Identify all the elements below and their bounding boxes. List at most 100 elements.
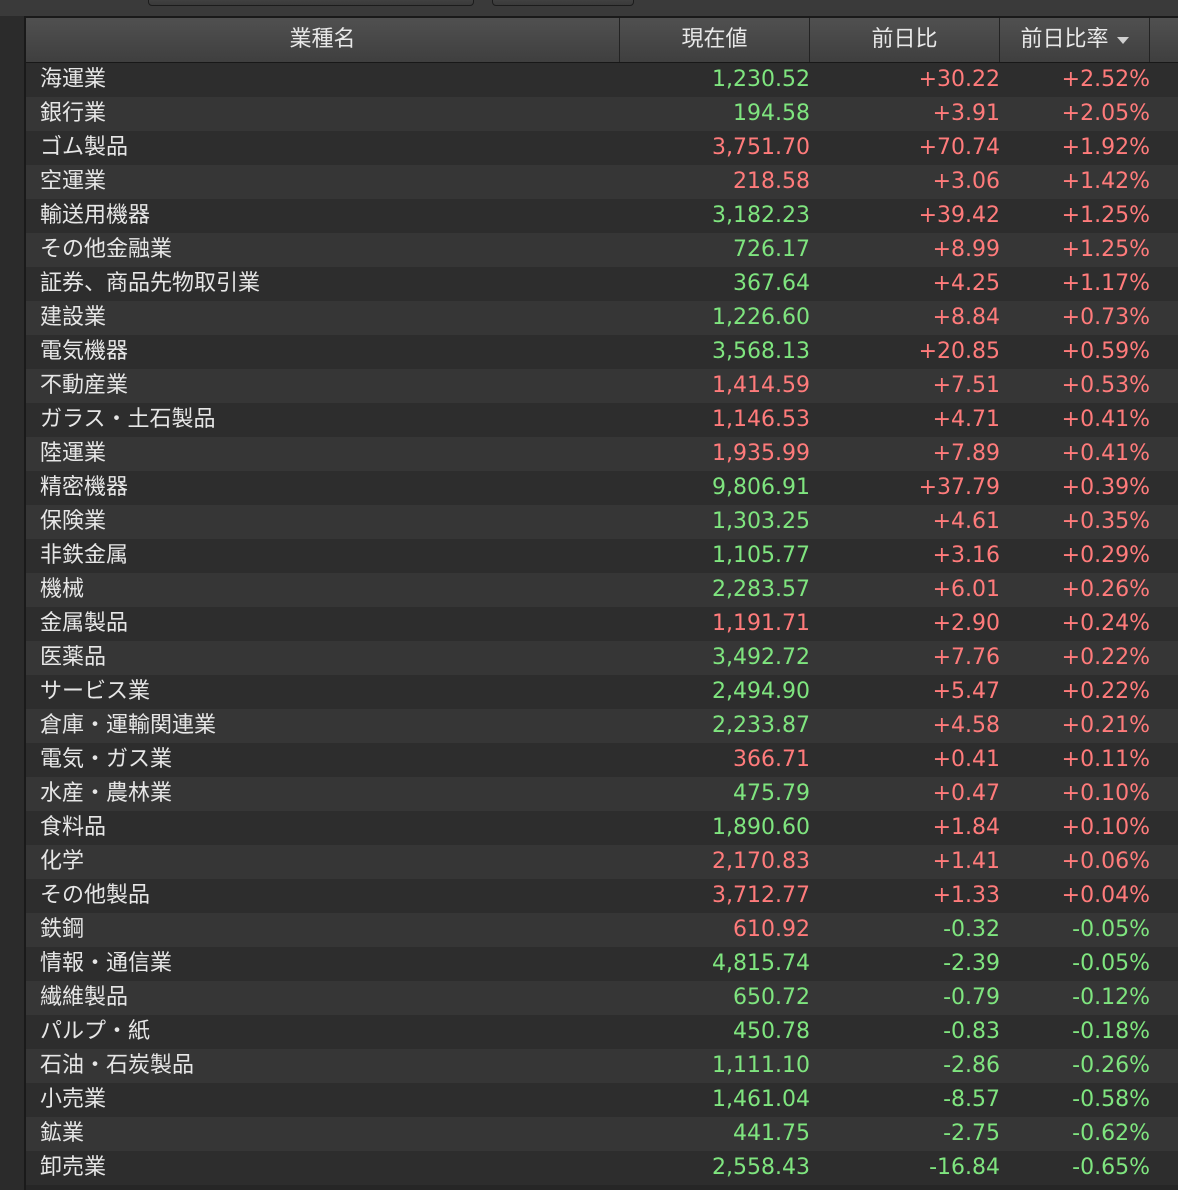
table-row[interactable]: 証券、商品先物取引業 367.64 +4.25 +1.17% [26, 267, 1178, 301]
table-row[interactable]: 鉱業 441.75 -2.75 -0.62% [26, 1117, 1178, 1151]
sector-name: サービス業 [40, 679, 151, 704]
table-row[interactable]: 空運業 218.58 +3.06 +1.42% [26, 165, 1178, 199]
column-header-price[interactable]: 現在値 [620, 18, 810, 62]
day-change-rate: +0.29% [1061, 543, 1150, 568]
table-row[interactable]: 電気・ガス業 366.71 +0.41 +0.11% [26, 743, 1178, 777]
day-change: +1.33 [932, 883, 1000, 908]
sector-name: 非鉄金属 [40, 543, 129, 568]
current-price: 3,568.13 [712, 339, 810, 364]
table-row[interactable]: 小売業 1,461.04 -8.57 -0.58% [26, 1083, 1178, 1117]
table-row[interactable]: 機械 2,283.57 +6.01 +0.26% [26, 573, 1178, 607]
table-row[interactable]: その他金融業 726.17 +8.99 +1.25% [26, 233, 1178, 267]
table-row[interactable]: 建設業 1,226.60 +8.84 +0.73% [26, 301, 1178, 335]
table-row[interactable]: 保険業 1,303.25 +4.61 +0.35% [26, 505, 1178, 539]
sector-name: 機械 [40, 577, 85, 602]
column-header-change-rate[interactable]: 前日比率 [1000, 18, 1150, 62]
current-price: 726.17 [733, 237, 810, 262]
day-change-rate: +0.73% [1061, 305, 1150, 330]
current-price: 1,414.59 [712, 373, 810, 398]
table-row[interactable]: 非鉄金属 1,105.77 +3.16 +0.29% [26, 539, 1178, 573]
table-row[interactable]: 情報・通信業 4,815.74 -2.39 -0.05% [26, 947, 1178, 981]
table-row[interactable]: 倉庫・運輸関連業 2,233.87 +4.58 +0.21% [26, 709, 1178, 743]
day-change: +30.22 [918, 67, 1000, 92]
day-change: -8.57 [943, 1087, 1000, 1112]
table-row[interactable]: 水産・農林業 475.79 +0.47 +0.10% [26, 777, 1178, 811]
table-row[interactable]: 鉄鋼 610.92 -0.32 -0.05% [26, 913, 1178, 947]
toolbar-button-1[interactable] [148, 0, 474, 6]
sector-name: 陸運業 [40, 441, 107, 466]
day-change: +7.89 [932, 441, 1000, 466]
column-header-change[interactable]: 前日比 [810, 18, 1000, 62]
column-header-sector[interactable]: 業種名 [26, 18, 620, 62]
sector-name: 医薬品 [40, 645, 107, 670]
current-price: 9,806.91 [712, 475, 810, 500]
sector-name: 小売業 [40, 1087, 107, 1112]
current-price: 4,815.74 [712, 951, 810, 976]
sector-name: 精密機器 [40, 475, 129, 500]
day-change-rate: +2.52% [1061, 67, 1150, 92]
current-price: 1,146.53 [712, 407, 810, 432]
table-row[interactable]: ゴム製品 3,751.70 +70.74 +1.92% [26, 131, 1178, 165]
day-change-rate: -0.62% [1072, 1121, 1150, 1146]
sector-name: 海運業 [40, 67, 107, 92]
table-row[interactable]: 電気機器 3,568.13 +20.85 +0.59% [26, 335, 1178, 369]
sector-name: 電気機器 [40, 339, 129, 364]
table-row[interactable]: パルプ・紙 450.78 -0.83 -0.18% [26, 1015, 1178, 1049]
table-row[interactable]: 輸送用機器 3,182.23 +39.42 +1.25% [26, 199, 1178, 233]
day-change: +39.42 [918, 203, 1000, 228]
table-row[interactable]: ガラス・土石製品 1,146.53 +4.71 +0.41% [26, 403, 1178, 437]
day-change: -2.75 [943, 1121, 1000, 1146]
sector-name: 建設業 [40, 305, 107, 330]
day-change: -0.32 [943, 917, 1000, 942]
table-row[interactable]: 食料品 1,890.60 +1.84 +0.10% [26, 811, 1178, 845]
table-row[interactable]: 化学 2,170.83 +1.41 +0.06% [26, 845, 1178, 879]
day-change-rate: +1.92% [1061, 135, 1150, 160]
day-change: +7.51 [932, 373, 1000, 398]
table-row[interactable]: 不動産業 1,414.59 +7.51 +0.53% [26, 369, 1178, 403]
sector-name: 空運業 [40, 169, 107, 194]
table-row[interactable]: 繊維製品 650.72 -0.79 -0.12% [26, 981, 1178, 1015]
table-row[interactable]: 金属製品 1,191.71 +2.90 +0.24% [26, 607, 1178, 641]
table-row[interactable]: その他製品 3,712.77 +1.33 +0.04% [26, 879, 1178, 913]
current-price: 3,182.23 [712, 203, 810, 228]
current-price: 450.78 [733, 1019, 810, 1044]
current-price: 218.58 [733, 169, 810, 194]
day-change-rate: +1.25% [1061, 203, 1150, 228]
table-row[interactable]: 銀行業 194.58 +3.91 +2.05% [26, 97, 1178, 131]
current-price: 366.71 [733, 747, 810, 772]
current-price: 1,303.25 [712, 509, 810, 534]
toolbar-button-2[interactable] [492, 0, 634, 6]
sector-name: ガラス・土石製品 [40, 407, 216, 432]
day-change-rate: +0.53% [1061, 373, 1150, 398]
day-change: +4.71 [932, 407, 1000, 432]
sector-name: ゴム製品 [40, 135, 129, 160]
day-change: +0.41 [932, 747, 1000, 772]
table-row[interactable]: 卸売業 2,558.43 -16.84 -0.65% [26, 1151, 1178, 1185]
day-change-rate: +0.22% [1061, 679, 1150, 704]
day-change-rate: -0.05% [1072, 951, 1150, 976]
day-change-rate: -0.18% [1072, 1019, 1150, 1044]
current-price: 2,283.57 [712, 577, 810, 602]
day-change: -0.79 [943, 985, 1000, 1010]
day-change-rate: +0.21% [1061, 713, 1150, 738]
sector-name: 電気・ガス業 [40, 747, 173, 772]
table-row[interactable]: 医薬品 3,492.72 +7.76 +0.22% [26, 641, 1178, 675]
table-row[interactable]: サービス業 2,494.90 +5.47 +0.22% [26, 675, 1178, 709]
day-change: +5.47 [932, 679, 1000, 704]
table-row[interactable]: 精密機器 9,806.91 +37.79 +0.39% [26, 471, 1178, 505]
current-price: 3,712.77 [712, 883, 810, 908]
day-change-rate: +0.24% [1061, 611, 1150, 636]
day-change: +1.84 [932, 815, 1000, 840]
table-row[interactable]: 石油・石炭製品 1,111.10 -2.86 -0.26% [26, 1049, 1178, 1083]
table-row[interactable]: 海運業 1,230.52 +30.22 +2.52% [26, 63, 1178, 97]
current-price: 2,494.90 [712, 679, 810, 704]
current-price: 1,191.71 [712, 611, 810, 636]
day-change: +4.61 [932, 509, 1000, 534]
day-change: +3.91 [932, 101, 1000, 126]
current-price: 367.64 [733, 271, 810, 296]
sector-name: その他金融業 [40, 237, 173, 262]
day-change: +37.79 [918, 475, 1000, 500]
day-change: +0.47 [932, 781, 1000, 806]
day-change: -16.84 [929, 1155, 1000, 1180]
table-row[interactable]: 陸運業 1,935.99 +7.89 +0.41% [26, 437, 1178, 471]
